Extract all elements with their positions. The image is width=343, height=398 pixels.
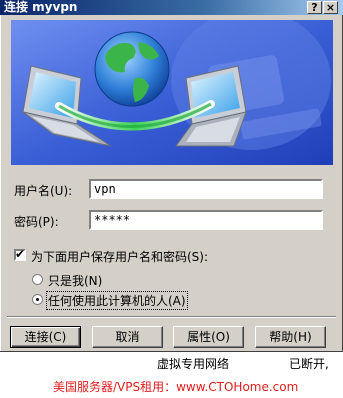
vpn-connection-status: 已断开, <box>289 357 329 371</box>
username-field[interactable] <box>89 179 323 199</box>
window-title: 连接 myvpn <box>4 0 78 14</box>
cancel-button[interactable]: 取消 <box>92 326 163 348</box>
password-field[interactable] <box>89 210 323 230</box>
radio-anyone[interactable] <box>32 294 43 305</box>
help-button[interactable]: 帮助(H) <box>255 326 326 348</box>
password-label: 密码(P): <box>14 215 59 229</box>
network-globe-laptops-icon <box>11 20 333 165</box>
checkmark-icon: ✔ <box>15 247 26 261</box>
network-banner-image <box>11 20 333 165</box>
watermark-text: 美国服务器/VPS租用：www.CTOHome.com <box>53 380 299 394</box>
connect-dialog: 连接 myvpn ? × 用户名(U): vpn 密码(P): ***** ✔ … <box>0 0 343 352</box>
radio-anyone-label[interactable]: 任何使用此计算机的人(A) <box>46 291 188 310</box>
save-credentials-label[interactable]: 为下面用户保存用户名和密码(S): <box>31 248 208 265</box>
radio-selected-dot <box>36 298 39 301</box>
close-title-button[interactable]: × <box>323 1 338 14</box>
properties-button[interactable]: 属性(O) <box>173 326 244 348</box>
vpn-connection-name: 虚拟专用网络 <box>157 357 230 371</box>
help-title-button[interactable]: ? <box>307 1 322 14</box>
radio-only-me-label[interactable]: 只是我(N) <box>48 272 102 289</box>
save-credentials-checkbox[interactable]: ✔ <box>14 247 26 261</box>
radio-only-me[interactable] <box>32 274 43 285</box>
separator <box>7 316 336 318</box>
connect-button[interactable]: 连接(C) <box>10 326 81 348</box>
title-bar[interactable]: 连接 myvpn ? × <box>0 0 343 15</box>
username-label: 用户名(U): <box>14 184 73 198</box>
